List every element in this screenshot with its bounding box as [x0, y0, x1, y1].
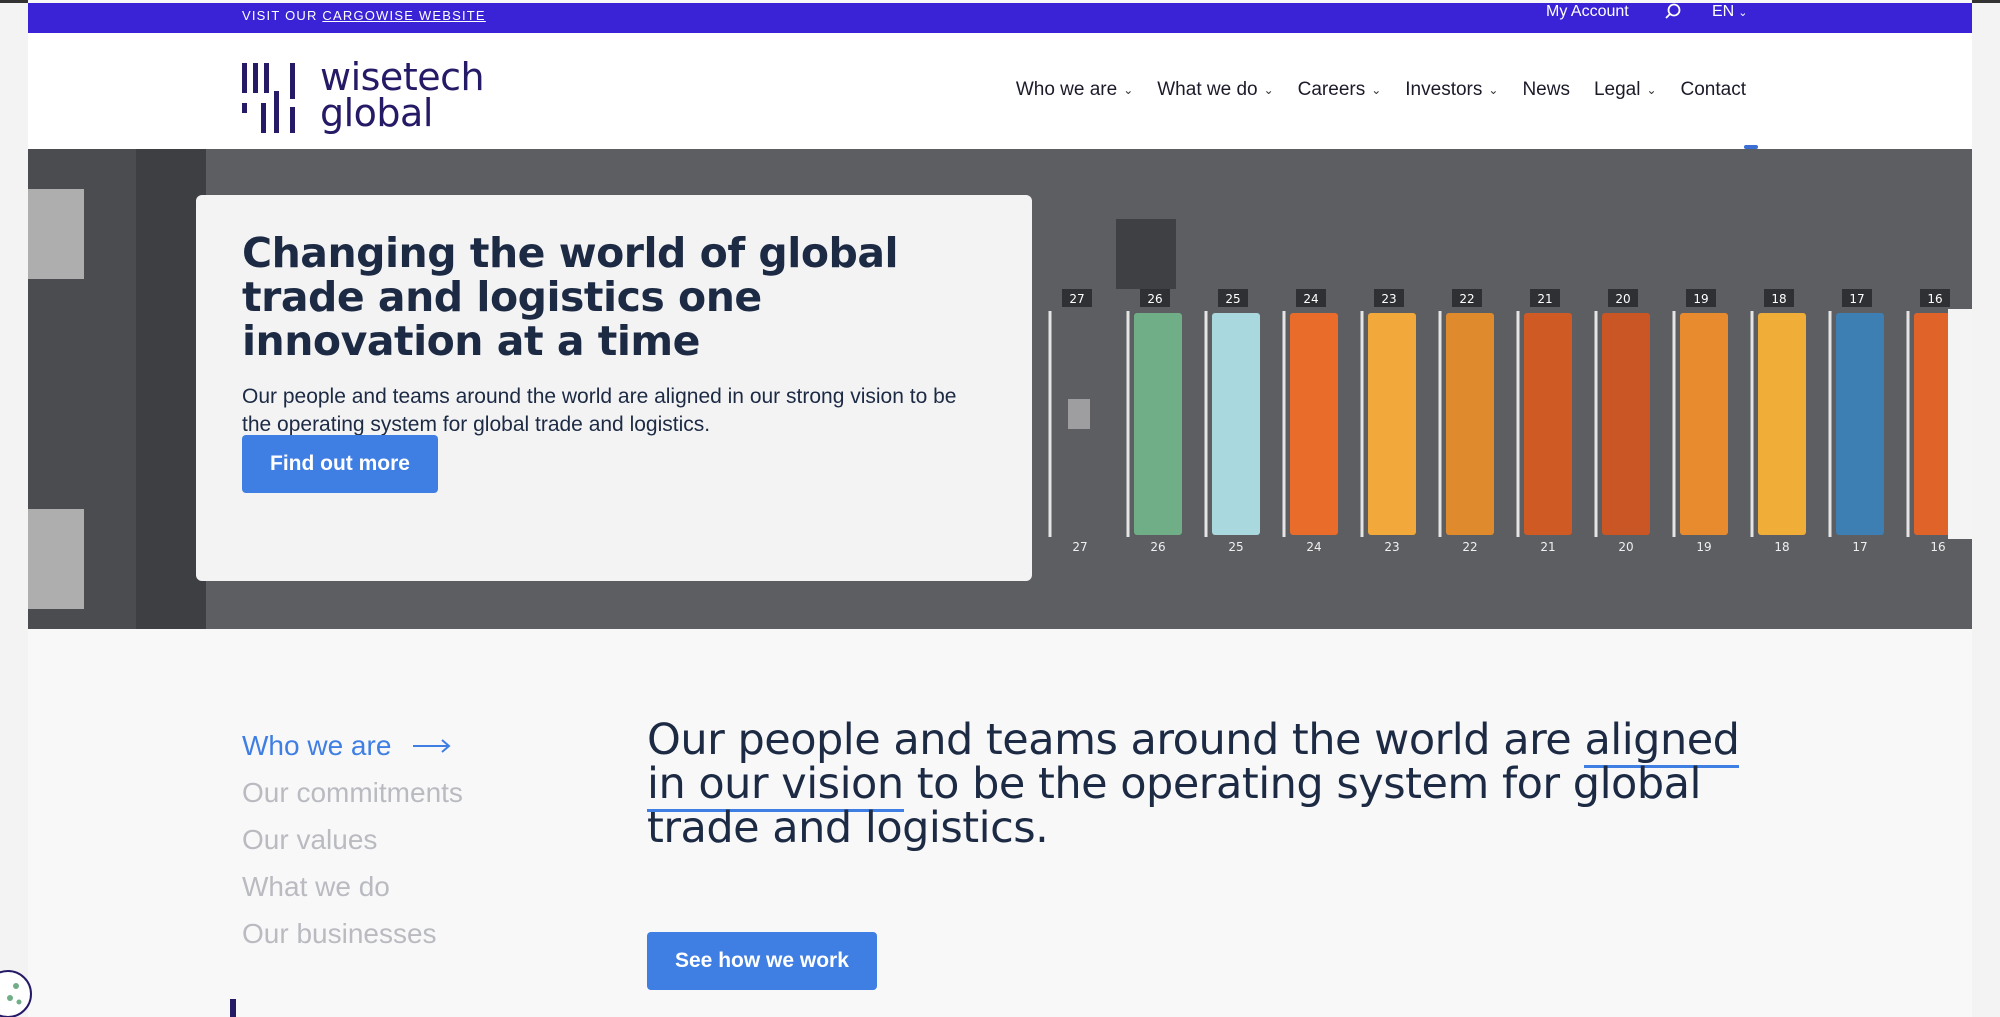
bay-number: 17: [1849, 292, 1864, 306]
bay-number: 23: [1381, 292, 1396, 306]
chevron-down-icon: ⌄: [1646, 83, 1657, 97]
bay-number-bottom: 21: [1540, 540, 1555, 554]
cargowise-link[interactable]: CARGOWISE WEBSITE: [322, 8, 485, 23]
see-how-we-work-button[interactable]: See how we work: [647, 932, 877, 990]
container-edge: [1948, 309, 1972, 539]
bay-number-bottom: 22: [1462, 540, 1477, 554]
hero-subtitle: Our people and teams around the world ar…: [242, 385, 957, 436]
shipping-container: [1758, 313, 1806, 535]
side-nav-our-values[interactable]: Our values: [242, 816, 463, 863]
side-nav-what-we-do[interactable]: What we do: [242, 863, 463, 910]
wisetech-logo[interactable]: wisetech global: [242, 58, 485, 139]
nav-label: News: [1522, 79, 1570, 100]
nav-careers[interactable]: Careers ⌄: [1298, 79, 1382, 101]
small-vehicle: [1068, 399, 1090, 429]
side-nav-label: Who we are: [242, 730, 392, 761]
bay-number-bottom: 25: [1228, 540, 1243, 554]
bay-number-bottom: 20: [1618, 540, 1633, 554]
language-selector[interactable]: EN ⌄: [1712, 3, 1747, 21]
nav-label: Legal: [1593, 79, 1641, 100]
bay-number-bottom: 18: [1774, 540, 1789, 554]
bay-number-bottom: 16: [1930, 540, 1945, 554]
cookie-settings-icon[interactable]: [0, 970, 32, 1017]
logo-line-1: wisetech: [320, 55, 485, 99]
nav-what-we-do[interactable]: What we do ⌄: [1157, 79, 1273, 101]
side-nav-our-businesses[interactable]: Our businesses: [242, 910, 463, 957]
bay-number: 20: [1615, 292, 1630, 306]
visit-prefix: VISIT OUR: [242, 8, 318, 23]
section-side-nav: Who we are Our commitments Our values Wh…: [242, 722, 463, 957]
find-out-more-button[interactable]: Find out more: [242, 435, 438, 493]
side-nav-our-commitments[interactable]: Our commitments: [242, 769, 463, 816]
nav-contact[interactable]: Contact: [1681, 79, 1746, 101]
nav-label: Investors: [1405, 79, 1483, 100]
arrow-right-icon: [413, 738, 451, 753]
shipping-container: [1836, 313, 1884, 535]
bay-number: 19: [1693, 292, 1708, 306]
nav-label: What we do: [1157, 79, 1258, 100]
shipping-container: [1524, 313, 1572, 535]
chevron-down-icon: ⌄: [1123, 83, 1134, 97]
site-header: wisetech global Who we are ⌄ What we do ⌄ …: [28, 33, 1972, 149]
bay-number-bottom: 26: [1150, 540, 1165, 554]
bay-number-bottom: 27: [1072, 540, 1087, 554]
shipping-container: [1680, 313, 1728, 535]
my-account-link[interactable]: My Account: [1546, 3, 1629, 21]
logo-mark-icon: [242, 63, 295, 133]
cargowise-promo: VISIT OUR CARGOWISE WEBSITE: [242, 8, 486, 23]
bay-number: 16: [1927, 292, 1942, 306]
utility-bar: VISIT OUR CARGOWISE WEBSITE My Account E…: [28, 3, 1972, 33]
chevron-down-icon: ⌄: [1738, 7, 1748, 19]
scroll-progress-marker: [230, 999, 236, 1017]
bay-number: 18: [1771, 292, 1786, 306]
shipping-container: [1368, 313, 1416, 535]
shipping-container: [1446, 313, 1494, 535]
search-icon[interactable]: [1664, 3, 1684, 23]
bay-number-bottom: 24: [1306, 540, 1321, 554]
hero-card: Changing the world of global trade and l…: [196, 195, 1032, 581]
logo-wordmark: wisetech global: [320, 55, 485, 135]
nav-label: Contact: [1680, 79, 1746, 100]
side-nav-who-we-are[interactable]: Who we are: [242, 722, 463, 769]
nav-label: Who we are: [1015, 79, 1118, 100]
page-frame: VISIT OUR CARGOWISE WEBSITE My Account E…: [28, 0, 1972, 1017]
section-statement: Our people and teams around the world ar…: [647, 715, 1757, 850]
hero-banner: 27 27 26 26 25 25 24 24 23 23 22 22 21 21 20 20 19 19 18 18…: [28, 149, 1972, 629]
chevron-down-icon: ⌄: [1488, 83, 1499, 97]
statement-part-1: Our people and teams around the world ar…: [647, 715, 1585, 765]
hero-title: Changing the world of global trade and l…: [242, 229, 899, 365]
language-label: EN: [1712, 3, 1735, 20]
lot-patch: [1116, 219, 1176, 289]
main-nav: Who we are ⌄ What we do ⌄ Careers ⌄ Investo…: [1016, 79, 1746, 101]
bay-number-bottom: 17: [1852, 540, 1867, 554]
nav-news[interactable]: News: [1522, 79, 1570, 101]
shipping-container: [1290, 313, 1338, 535]
nav-investors[interactable]: Investors ⌄: [1405, 79, 1498, 101]
bay-number: 24: [1303, 292, 1318, 306]
logo-line-2: global: [320, 91, 433, 135]
chevron-down-icon: ⌄: [1263, 83, 1274, 97]
nav-label: Careers: [1297, 79, 1366, 100]
shipping-container: [1602, 313, 1650, 535]
bay-number: 22: [1459, 292, 1474, 306]
bay-number: 25: [1225, 292, 1240, 306]
bay-number-bottom: 23: [1384, 540, 1399, 554]
truck-left-top: [28, 189, 84, 279]
truck-left-bottom: [28, 509, 84, 609]
bay-number-bottom: 19: [1696, 540, 1711, 554]
nav-who-we-are[interactable]: Who we are ⌄: [1016, 79, 1133, 101]
shipping-container: [1212, 313, 1260, 535]
bay-number: 27: [1069, 292, 1084, 306]
shipping-container: [1134, 313, 1182, 535]
bay-number: 21: [1537, 292, 1552, 306]
nav-legal[interactable]: Legal ⌄: [1594, 79, 1657, 101]
bay-number: 26: [1147, 292, 1162, 306]
chevron-down-icon: ⌄: [1371, 83, 1382, 97]
